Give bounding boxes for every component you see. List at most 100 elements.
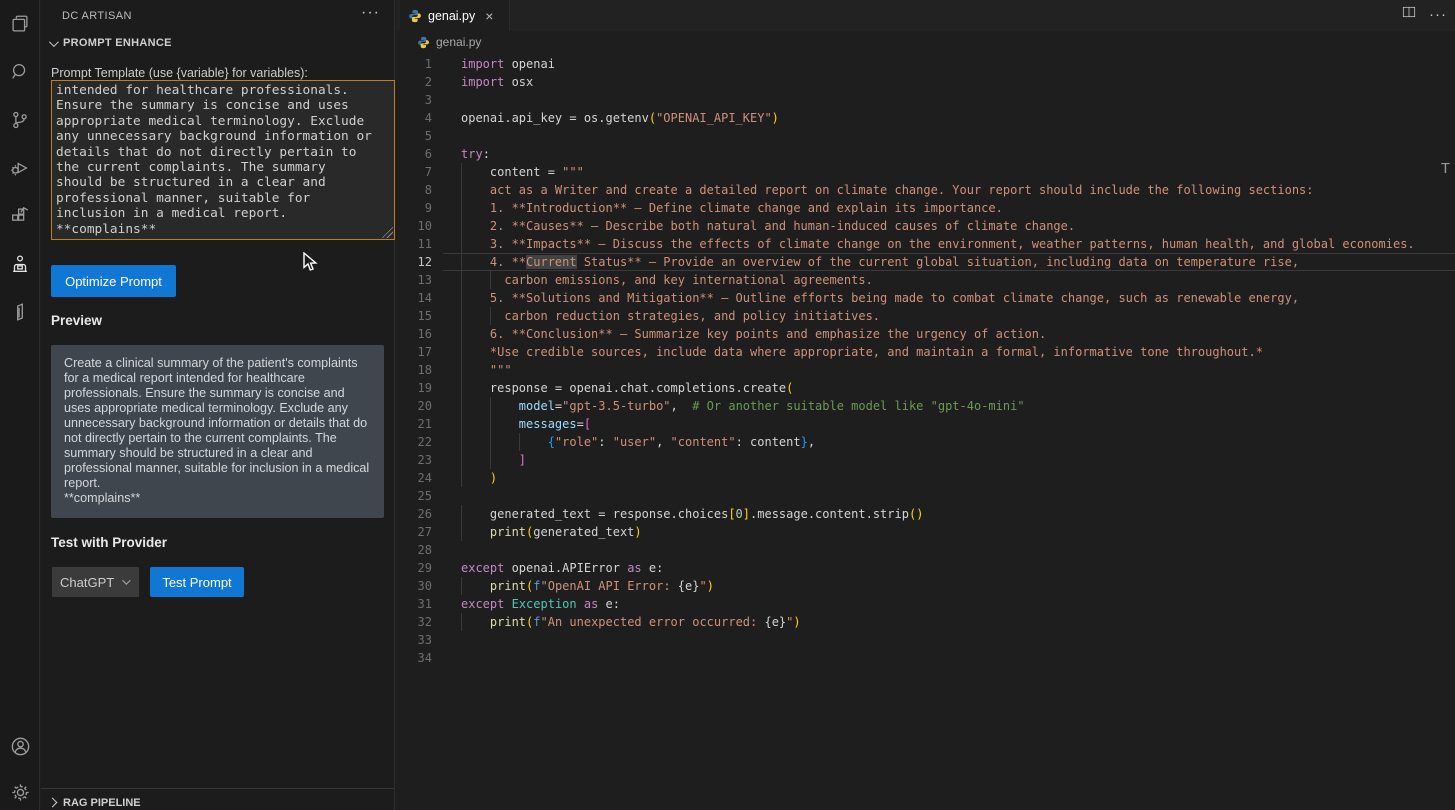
line-number: 6: [396, 145, 432, 163]
panel-title-row: DC ARTISAN ···: [41, 0, 394, 32]
code-line-29[interactable]: 29except openai.APIError as e:: [396, 559, 1455, 577]
code-line-10[interactable]: 10 2. **Causes** — Describe both natural…: [396, 217, 1455, 235]
code-line-24[interactable]: 24 ): [396, 469, 1455, 487]
dc-artisan-icon[interactable]: [0, 244, 40, 284]
code-lines: 1import openai2import osx34openai.api_ke…: [396, 55, 1455, 667]
code-line-30[interactable]: 30 print(f"OpenAI API Error: {e}"): [396, 577, 1455, 595]
code-line-2[interactable]: 2import osx: [396, 73, 1455, 91]
chevron-down-icon: [49, 37, 59, 47]
line-number: 34: [396, 649, 432, 667]
overlay-char: T: [1441, 160, 1450, 177]
code-line-22[interactable]: 22 {"role": "user", "content": content},: [396, 433, 1455, 451]
chevron-right-icon: [48, 798, 58, 808]
line-number: 18: [396, 361, 432, 379]
prompt-template-input[interactable]: intended for healthcare professionals. E…: [51, 80, 395, 240]
provider-dropdown[interactable]: ChatGPT: [52, 567, 139, 597]
activity-bar: [0, 0, 40, 810]
code-line-5[interactable]: 5: [396, 127, 1455, 145]
line-number: 25: [396, 487, 432, 505]
line-number: 11: [396, 235, 432, 253]
code-line-19[interactable]: 19 response = openai.chat.completions.cr…: [396, 379, 1455, 397]
code-line-13[interactable]: 13 carbon emissions, and key internation…: [396, 271, 1455, 289]
vscode-window: DC ARTISAN ··· PROMPT ENHANCE Prompt Tem…: [0, 0, 1455, 810]
panel-more-actions[interactable]: ···: [361, 4, 380, 22]
python-icon: [408, 9, 422, 23]
tab-genai-py[interactable]: genai.py ×: [400, 0, 510, 31]
code-line-28[interactable]: 28: [396, 541, 1455, 559]
tab-label: genai.py: [428, 9, 475, 23]
code-line-3[interactable]: 3: [396, 91, 1455, 109]
code-line-4[interactable]: 4openai.api_key = os.getenv("OPENAI_API_…: [396, 109, 1455, 127]
code-line-20[interactable]: 20 model="gpt-3.5-turbo", # Or another s…: [396, 397, 1455, 415]
line-number: 9: [396, 199, 432, 217]
run-debug-icon[interactable]: [0, 148, 40, 188]
optimize-prompt-button[interactable]: Optimize Prompt: [51, 265, 176, 297]
code-line-7[interactable]: 7 content = """: [396, 163, 1455, 181]
line-number: 7: [396, 163, 432, 181]
code-line-9[interactable]: 9 1. **Introduction** — Define climate c…: [396, 199, 1455, 217]
code-line-33[interactable]: 33: [396, 631, 1455, 649]
python-icon: [417, 36, 430, 49]
line-number: 27: [396, 523, 432, 541]
editor-group: genai.py × ··· genai.py 1import openai2i…: [396, 0, 1455, 810]
search-icon[interactable]: [0, 52, 40, 92]
code-line-12[interactable]: 12 4. **Current Status** — Provide an ov…: [396, 253, 1455, 271]
code-line-14[interactable]: 14 5. **Solutions and Mitigation** — Out…: [396, 289, 1455, 307]
line-number: 8: [396, 181, 432, 199]
section-prompt-enhance[interactable]: PROMPT ENHANCE: [49, 37, 172, 49]
code-line-1[interactable]: 1import openai: [396, 55, 1455, 73]
code-line-16[interactable]: 16 6. **Conclusion** — Summarize key poi…: [396, 325, 1455, 343]
code-line-21[interactable]: 21 messages=[: [396, 415, 1455, 433]
prompt-template-label: Prompt Template (use {variable} for vari…: [51, 66, 308, 80]
line-number: 29: [396, 559, 432, 577]
code-line-26[interactable]: 26 generated_text = response.choices[0].…: [396, 505, 1455, 523]
source-control-icon[interactable]: [0, 100, 40, 140]
code-line-32[interactable]: 32 print(f"An unexpected error occurred:…: [396, 613, 1455, 631]
breadcrumb[interactable]: genai.py: [396, 31, 1455, 53]
explorer-icon[interactable]: [0, 4, 40, 44]
code-line-8[interactable]: 8 act as a Writer and create a detailed …: [396, 181, 1455, 199]
code-line-15[interactable]: 15 carbon reduction strategies, and poli…: [396, 307, 1455, 325]
editor-more-actions-icon[interactable]: ···: [1429, 6, 1447, 23]
account-icon[interactable]: [0, 726, 40, 766]
section-label: PROMPT ENHANCE: [63, 37, 172, 49]
line-number: 24: [396, 469, 432, 487]
docs-icon[interactable]: [0, 292, 40, 332]
preview-heading: Preview: [51, 313, 102, 328]
line-number: 21: [396, 415, 432, 433]
split-editor-icon[interactable]: [1401, 4, 1417, 25]
test-prompt-button[interactable]: Test Prompt: [150, 567, 244, 597]
code-line-17[interactable]: 17 *Use credible sources, include data w…: [396, 343, 1455, 361]
line-number: 10: [396, 217, 432, 235]
line-number: 16: [396, 325, 432, 343]
extensions-icon[interactable]: [0, 196, 40, 236]
code-line-25[interactable]: 25: [396, 487, 1455, 505]
panel-title: DC ARTISAN: [62, 10, 132, 22]
provider-value: ChatGPT: [60, 575, 114, 590]
line-number: 23: [396, 451, 432, 469]
line-number: 28: [396, 541, 432, 559]
test-with-provider-heading: Test with Provider: [51, 535, 167, 550]
code-line-31[interactable]: 31except Exception as e:: [396, 595, 1455, 613]
line-number: 5: [396, 127, 432, 145]
line-number: 13: [396, 271, 432, 289]
breadcrumb-file[interactable]: genai.py: [436, 35, 481, 49]
code-line-18[interactable]: 18 """: [396, 361, 1455, 379]
tab-strip: genai.py × ···: [396, 0, 1455, 31]
code-line-23[interactable]: 23 ]: [396, 451, 1455, 469]
line-number: 12: [396, 253, 432, 271]
line-number: 30: [396, 577, 432, 595]
code-line-11[interactable]: 11 3. **Impacts** — Discuss the effects …: [396, 235, 1455, 253]
code-line-6[interactable]: 6try:: [396, 145, 1455, 163]
line-number: 31: [396, 595, 432, 613]
dc-artisan-panel: DC ARTISAN ··· PROMPT ENHANCE Prompt Tem…: [41, 0, 395, 810]
code-line-34[interactable]: 34: [396, 649, 1455, 667]
settings-gear-icon[interactable]: [0, 772, 40, 810]
code-line-27[interactable]: 27 print(generated_text): [396, 523, 1455, 541]
line-number: 2: [396, 73, 432, 91]
tab-close-icon[interactable]: ×: [485, 8, 493, 24]
line-number: 22: [396, 433, 432, 451]
section-rag-pipeline[interactable]: RAG PIPELINE: [41, 788, 394, 810]
chevron-down-icon: [122, 576, 130, 584]
preview-text: Create a clinical summary of the patient…: [51, 345, 384, 518]
